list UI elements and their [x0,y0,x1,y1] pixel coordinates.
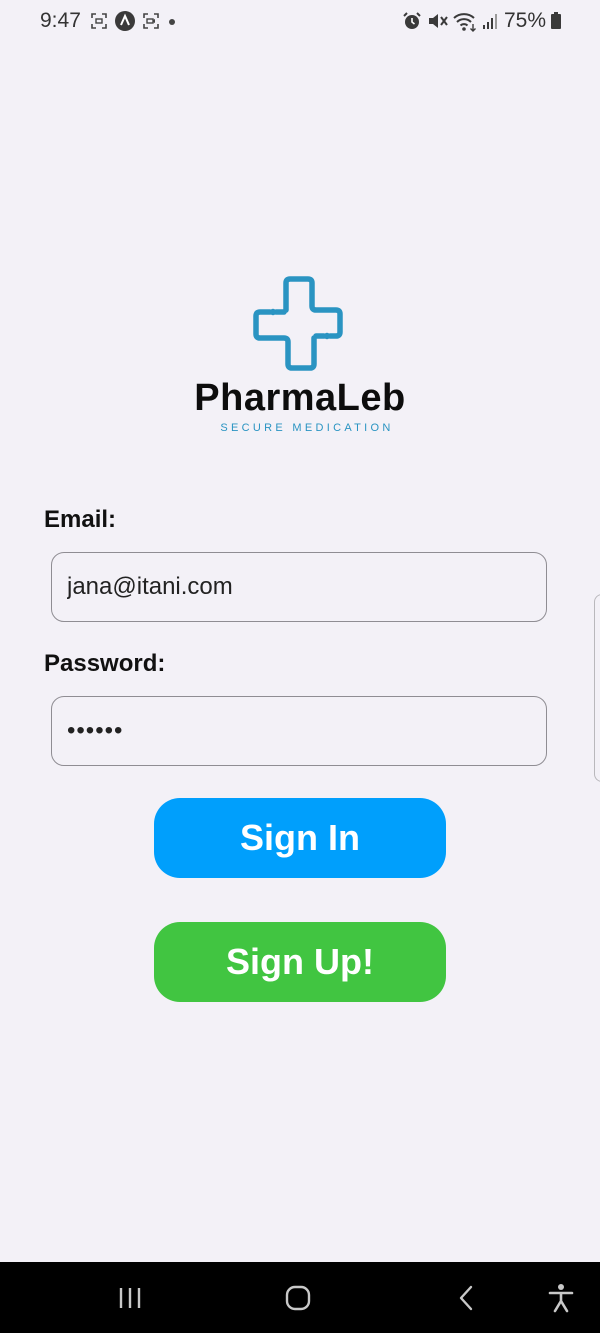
medical-cross-icon [253,276,343,371]
password-label: Password: [44,650,166,677]
back-icon [459,1285,473,1311]
wifi-icon [453,13,476,32]
screenshot-icon [91,13,107,29]
email-label: Email: [44,506,117,533]
accessibility-icon [548,1284,574,1313]
edge-panel-handle[interactable] [594,594,600,782]
sign-in-button[interactable]: Sign In [154,798,446,878]
recents-icon [119,1288,141,1308]
dot-icon [169,19,175,25]
screen-record-icon [143,13,159,29]
status-bar: 9:47 75% [0,0,600,42]
home-button[interactable] [278,1278,318,1318]
battery-icon [551,12,561,29]
app-icon [115,11,135,31]
brand-tagline: SECURE MEDICATION [220,422,394,434]
email-field[interactable] [51,552,547,622]
system-icons: 75% [402,9,562,33]
recents-button[interactable] [110,1278,150,1318]
home-icon [285,1285,311,1311]
mute-icon [428,14,448,28]
brand-name: PharmaLeb [194,377,406,419]
sign-up-button[interactable]: Sign Up! [154,922,446,1002]
notification-icons [90,10,178,32]
navigation-bar [0,1262,600,1333]
password-field[interactable] [51,696,547,766]
alarm-icon [403,12,421,29]
battery-percent: 75% [503,9,546,32]
back-button[interactable] [446,1278,486,1318]
status-time: 9:47 [40,9,81,32]
signal-icon [482,14,497,29]
brand-logo: PharmaLeb SECURE MEDICATION [0,276,600,435]
accessibility-button[interactable] [541,1278,581,1318]
